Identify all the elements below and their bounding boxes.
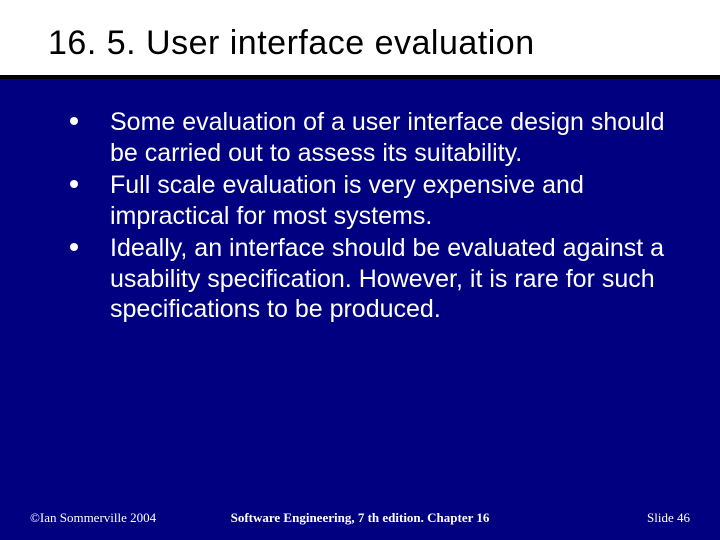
slide-title: 16. 5. User interface evaluation xyxy=(48,24,690,63)
list-item: Some evaluation of a user interface desi… xyxy=(64,107,680,168)
slide: 16. 5. User interface evaluation Some ev… xyxy=(0,0,720,540)
bullet-text: Some evaluation of a user interface desi… xyxy=(110,108,665,167)
bullet-icon xyxy=(70,243,78,251)
footer-right: Slide 46 xyxy=(647,510,690,526)
bullet-icon xyxy=(70,180,78,188)
slide-content: Some evaluation of a user interface desi… xyxy=(0,79,720,325)
bullet-icon xyxy=(70,117,78,125)
bullet-text: Full scale evaluation is very expensive … xyxy=(110,171,584,230)
title-block: 16. 5. User interface evaluation xyxy=(0,0,720,75)
bullet-text: Ideally, an interface should be evaluate… xyxy=(110,234,664,323)
list-item: Full scale evaluation is very expensive … xyxy=(64,170,680,231)
bullet-list: Some evaluation of a user interface desi… xyxy=(64,107,680,325)
footer-center: Software Engineering, 7 th edition. Chap… xyxy=(0,510,720,526)
list-item: Ideally, an interface should be evaluate… xyxy=(64,233,680,325)
